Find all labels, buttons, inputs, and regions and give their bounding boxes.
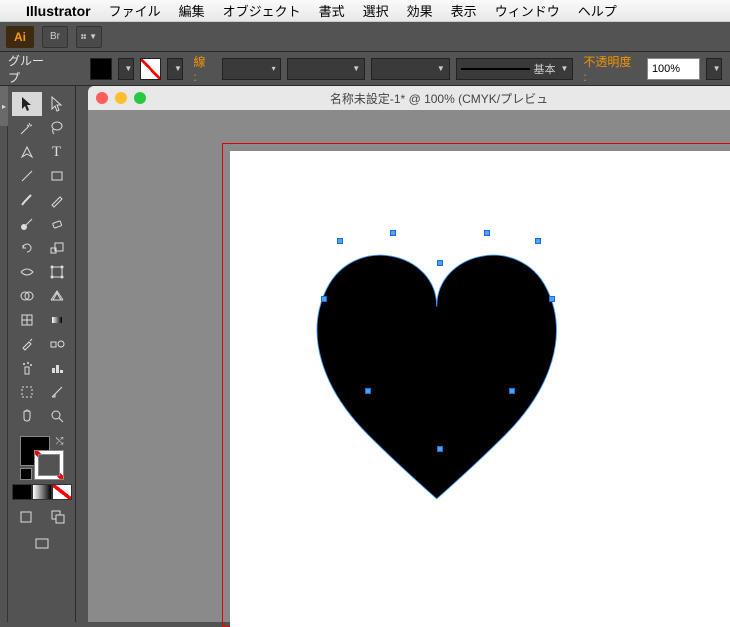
control-bar: グループ ▼ ▼ 線 : ▾ ▼ ▼ 基本▼ 不透明度 : 100% ▼: [0, 52, 730, 86]
color-mode-solid[interactable]: [12, 484, 32, 500]
shape-builder-tool[interactable]: [12, 284, 42, 308]
free-transform-tool[interactable]: [42, 260, 72, 284]
menu-effect[interactable]: 効果: [407, 1, 433, 20]
stroke-swatch[interactable]: [140, 58, 162, 80]
line-tool[interactable]: [12, 164, 42, 188]
app-name[interactable]: Illustrator: [26, 3, 91, 19]
gradient-tool[interactable]: [42, 308, 72, 332]
direct-selection-tool[interactable]: [42, 92, 72, 116]
anchor-point[interactable]: [437, 260, 443, 266]
stroke-weight-select[interactable]: ▾: [222, 58, 281, 80]
canvas-area: 名称未設定-1* @ 100% (CMYK/プレビュ: [76, 86, 730, 622]
window-close-icon[interactable]: [96, 92, 108, 104]
screen-mode-button[interactable]: [27, 532, 57, 556]
arrange-documents-button[interactable]: ▼: [76, 26, 102, 48]
stroke-color-icon[interactable]: [34, 450, 64, 480]
variable-width-select[interactable]: ▼: [287, 58, 366, 80]
opacity-field[interactable]: 100%: [647, 58, 700, 80]
canvas-svg[interactable]: [230, 151, 730, 627]
anchor-point[interactable]: [549, 296, 555, 302]
document-titlebar: 名称未設定-1* @ 100% (CMYK/プレビュ: [88, 86, 730, 110]
stroke-dropdown[interactable]: ▼: [167, 58, 183, 80]
anchor-point[interactable]: [337, 238, 343, 244]
anchor-point[interactable]: [437, 446, 443, 452]
selection-tool[interactable]: [12, 92, 42, 116]
window-minimize-icon[interactable]: [115, 92, 127, 104]
grid-icon: [81, 34, 86, 39]
eraser-tool[interactable]: [42, 212, 72, 236]
fill-stroke-box[interactable]: ⤭: [20, 436, 64, 480]
color-mode-none[interactable]: [52, 484, 72, 500]
blob-brush-tool[interactable]: [12, 212, 42, 236]
collapsed-panel-tab[interactable]: ▸: [0, 86, 8, 126]
color-mode-row: [12, 484, 72, 500]
mesh-tool[interactable]: [12, 308, 42, 332]
default-fill-stroke-icon[interactable]: [20, 468, 32, 480]
stroke-label: 線 :: [193, 53, 211, 84]
draw-normal-icon[interactable]: [12, 506, 40, 528]
opacity-dropdown[interactable]: ▼: [706, 58, 722, 80]
swap-fill-stroke-icon[interactable]: ⤭: [56, 436, 64, 447]
magic-wand-tool[interactable]: [12, 116, 42, 140]
menu-help[interactable]: ヘルプ: [578, 1, 617, 20]
eyedropper-tool[interactable]: [12, 332, 42, 356]
menu-type[interactable]: 書式: [319, 1, 345, 20]
anchor-point[interactable]: [509, 388, 515, 394]
anchor-point[interactable]: [321, 296, 327, 302]
window-zoom-icon[interactable]: [134, 92, 146, 104]
width-tool[interactable]: [12, 260, 42, 284]
artboard-page[interactable]: [230, 151, 730, 627]
draw-mode-row: [12, 506, 72, 528]
menu-select[interactable]: 選択: [363, 1, 389, 20]
stroke-style-select[interactable]: 基本▼: [456, 58, 574, 80]
column-graph-tool[interactable]: [42, 356, 72, 380]
main-area: ▸ T: [0, 86, 730, 622]
panel-dock-left: ▸: [0, 86, 8, 622]
color-mode-gradient[interactable]: [32, 484, 52, 500]
anchor-point[interactable]: [365, 388, 371, 394]
app-titlebar: Ai Br ▼: [0, 22, 730, 52]
pencil-tool[interactable]: [42, 188, 72, 212]
zoom-tool[interactable]: [42, 404, 72, 428]
bridge-button[interactable]: Br: [42, 26, 68, 48]
artboard-tool[interactable]: [12, 380, 42, 404]
scale-tool[interactable]: [42, 236, 72, 260]
tool-panel: T ⤭: [8, 86, 76, 622]
menu-window[interactable]: ウィンドウ: [495, 1, 560, 20]
hand-tool[interactable]: [12, 404, 42, 428]
fill-dropdown[interactable]: ▼: [118, 58, 134, 80]
menu-object[interactable]: オブジェクト: [223, 1, 301, 20]
illustrator-logo-icon: Ai: [6, 26, 34, 48]
ruler-vertical[interactable]: [88, 110, 112, 622]
menu-view[interactable]: 表示: [451, 1, 477, 20]
slice-tool[interactable]: [42, 380, 72, 404]
menu-edit[interactable]: 編集: [179, 1, 205, 20]
opacity-label: 不透明度 :: [583, 53, 637, 84]
fill-swatch[interactable]: [90, 58, 112, 80]
anchor-point[interactable]: [484, 230, 490, 236]
ruler-horizontal[interactable]: [88, 110, 730, 134]
rectangle-tool[interactable]: [42, 164, 72, 188]
rotate-tool[interactable]: [12, 236, 42, 260]
symbol-sprayer-tool[interactable]: [12, 356, 42, 380]
document-title: 名称未設定-1* @ 100% (CMYK/プレビュ: [156, 90, 722, 107]
artboard-viewport[interactable]: [112, 134, 730, 622]
mac-menubar: Illustrator ファイル 編集 オブジェクト 書式 選択 効果 表示 ウ…: [0, 0, 730, 22]
selection-type-label: グループ: [8, 52, 54, 86]
draw-behind-icon[interactable]: [44, 506, 72, 528]
heart-shape[interactable]: [317, 255, 556, 499]
paintbrush-tool[interactable]: [12, 188, 42, 212]
lasso-tool[interactable]: [42, 116, 72, 140]
brush-select[interactable]: ▼: [371, 58, 450, 80]
perspective-grid-tool[interactable]: [42, 284, 72, 308]
menu-file[interactable]: ファイル: [109, 1, 161, 20]
anchor-point[interactable]: [535, 238, 541, 244]
blend-tool[interactable]: [42, 332, 72, 356]
type-tool[interactable]: T: [42, 140, 72, 164]
pen-tool[interactable]: [12, 140, 42, 164]
anchor-point[interactable]: [390, 230, 396, 236]
